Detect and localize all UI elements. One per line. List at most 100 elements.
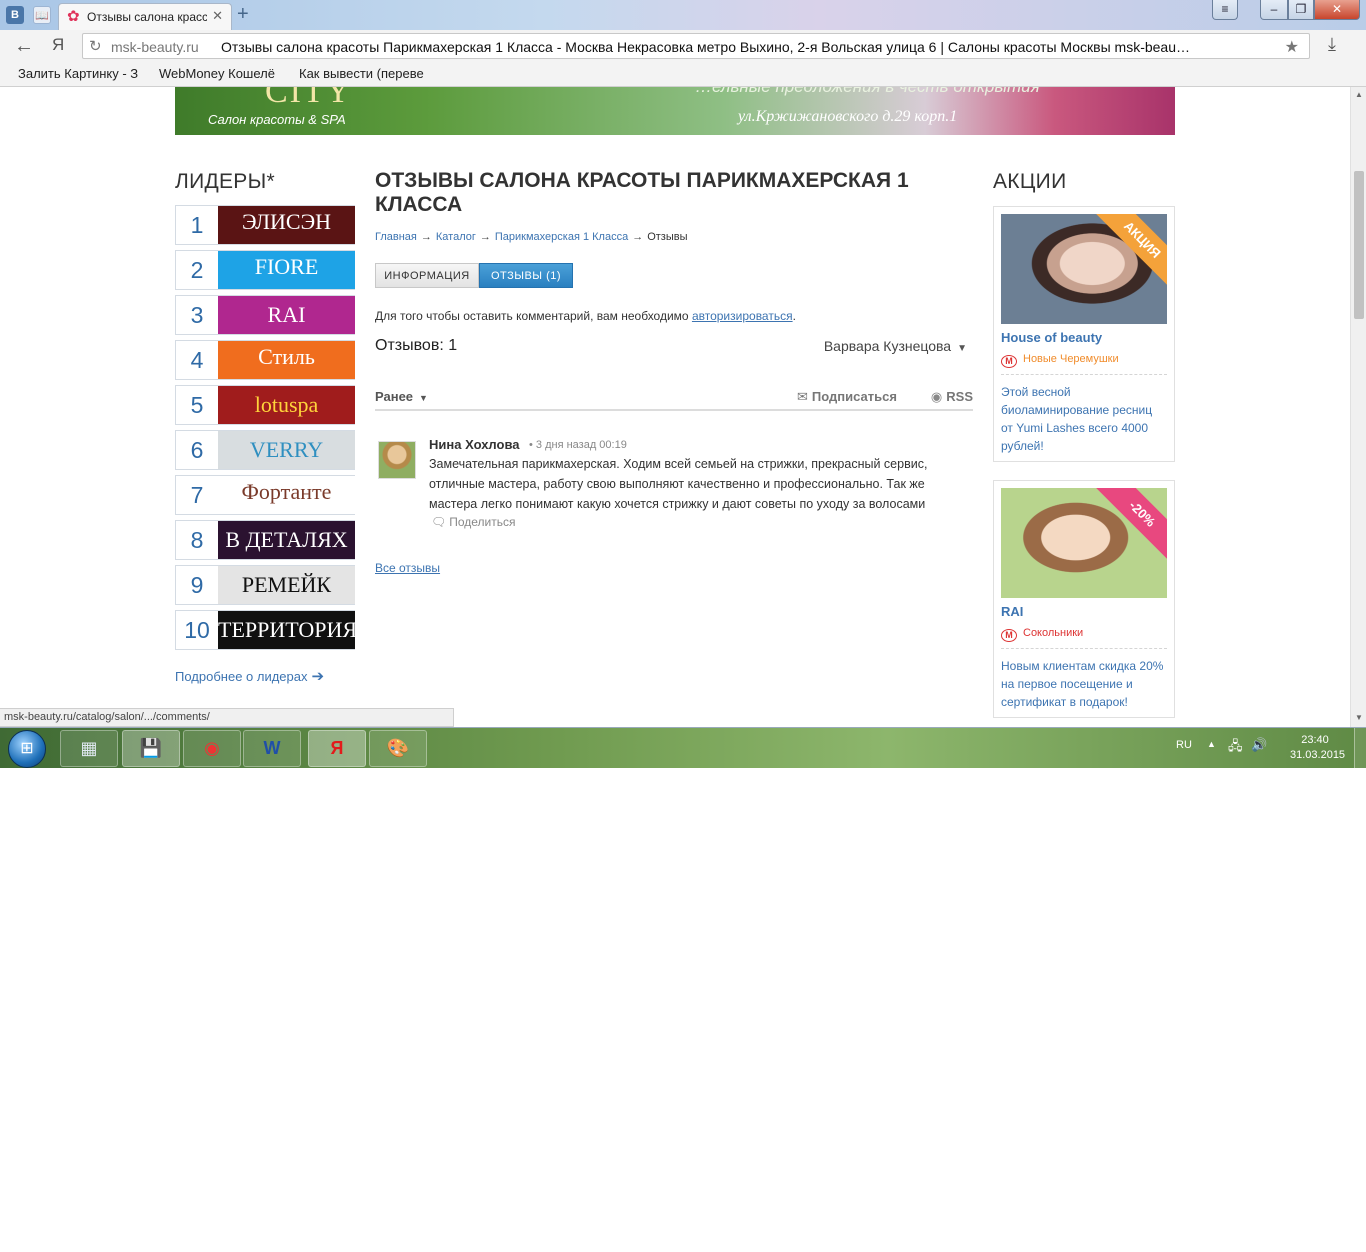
- promo-card[interactable]: -20% RAI M Сокольники Новым клиентам скид…: [993, 480, 1175, 718]
- tab-information[interactable]: ИНФОРМАЦИЯ: [375, 263, 479, 288]
- bookmark-item[interactable]: Как вывести (переве: [299, 66, 427, 81]
- breadcrumb-separator: →: [479, 231, 491, 243]
- download-icon[interactable]: ⤓: [1328, 34, 1336, 55]
- language-indicator[interactable]: RU: [1176, 739, 1192, 751]
- yandex-button[interactable]: Я: [52, 35, 64, 55]
- vk-icon[interactable]: В: [6, 6, 24, 24]
- calculator-icon[interactable]: ▦: [60, 730, 118, 767]
- auth-note-suffix: .: [792, 309, 796, 323]
- active-tab[interactable]: ✿ Отзывы салона красс ✕: [58, 3, 232, 30]
- subscribe-button[interactable]: ✉ Подписаться: [797, 389, 897, 405]
- back-arrow-icon[interactable]: ←: [14, 35, 34, 58]
- breadcrumb-home[interactable]: Главная: [375, 231, 417, 243]
- bookmark-item[interactable]: WebMoney Кошелё: [159, 66, 287, 81]
- leader-item[interactable]: 8 В ДЕТАЛЯХ: [175, 520, 355, 560]
- book-icon[interactable]: 📖: [33, 6, 51, 24]
- tab-reviews[interactable]: ОТЗЫВЫ (1): [479, 263, 573, 288]
- breadcrumb: Главная → Каталог → Парикмахерская 1 Класса →…: [375, 231, 973, 243]
- header-banner[interactable]: CITY Салон красоты & SPA …ельные предлож…: [175, 87, 1175, 135]
- clock[interactable]: 23:40 31.03.2015: [1290, 733, 1345, 763]
- promo-card[interactable]: АКЦИЯ House of beauty M Новые Черемушки Э…: [993, 206, 1175, 462]
- leader-logo[interactable]: RAI: [218, 296, 355, 334]
- promo-ribbon: -20%: [1090, 488, 1167, 566]
- leader-item[interactable]: 3 RAI: [175, 295, 355, 335]
- leader-rank: 3: [190, 302, 204, 328]
- paint-icon[interactable]: 🎨: [369, 730, 427, 767]
- new-tab-button[interactable]: +: [237, 3, 249, 26]
- windows-taskbar: ⊞ ▦ 💾 ◉ W Я 🎨 RU ▲ 🖧 🔊 23:40 31.03.2015: [0, 727, 1366, 769]
- scrollbar-thumb[interactable]: [1354, 171, 1364, 319]
- address-bar[interactable]: ↻ msk-beauty.ru Отзывы салона красоты Па…: [82, 33, 1310, 59]
- menu-icon[interactable]: ≡: [1212, 0, 1238, 20]
- breadcrumb-catalog[interactable]: Каталог: [436, 231, 476, 243]
- promo-salon-name[interactable]: RAI: [1001, 604, 1167, 619]
- word-icon[interactable]: W: [243, 730, 301, 767]
- close-tab-icon[interactable]: ✕: [212, 8, 223, 24]
- leader-item[interactable]: 7 Фортантеbeauty rooms: [175, 475, 355, 515]
- leader-logo[interactable]: СтильСАЛОН КРАСОТЫ: [218, 341, 355, 379]
- comment-author[interactable]: Нина Хохлова: [429, 437, 520, 452]
- promo-image[interactable]: -20%: [1001, 488, 1167, 598]
- show-desktop-button[interactable]: [1354, 728, 1366, 769]
- show-hidden-icons[interactable]: ▲: [1207, 739, 1216, 749]
- leader-rank: 6: [190, 437, 204, 463]
- leader-logo-name: ЭЛИСЭН: [241, 209, 332, 234]
- maximize-button[interactable]: ❐: [1288, 0, 1314, 20]
- leader-logo[interactable]: ТЕРРИТОРИЯ: [218, 611, 355, 649]
- leader-logo[interactable]: РЕМЕЙК: [218, 566, 355, 604]
- leader-item[interactable]: 9 РЕМЕЙК: [175, 565, 355, 605]
- minimize-button[interactable]: –: [1260, 0, 1288, 20]
- leader-logo-name: Стиль: [258, 344, 315, 369]
- more-leaders-label: Подробнее о лидерах: [175, 669, 308, 684]
- leader-item[interactable]: 5 lotuspa: [175, 385, 355, 425]
- vertical-scrollbar[interactable]: ▲ ▼: [1350, 87, 1366, 727]
- bookmark-star-icon[interactable]: ★: [1285, 37, 1299, 57]
- promo-description[interactable]: Этой весной биоламинирование ресниц от Y…: [1001, 383, 1167, 455]
- envelope-icon: ✉: [797, 389, 808, 404]
- leader-logo[interactable]: lotuspa: [218, 386, 355, 424]
- user-menu[interactable]: Варвара Кузнецова ▼: [824, 338, 967, 354]
- main-column: ОТЗЫВЫ САЛОНА КРАСОТЫ ПАРИКМАХЕРСКАЯ 1 К…: [375, 169, 973, 575]
- leader-logo[interactable]: VERRY: [218, 431, 355, 469]
- close-window-button[interactable]: ✕: [1314, 0, 1360, 20]
- volume-icon[interactable]: 🔊: [1251, 737, 1267, 753]
- leader-rank: 9: [190, 572, 204, 598]
- leader-item[interactable]: 4 СтильСАЛОН КРАСОТЫ: [175, 340, 355, 380]
- bookmark-item[interactable]: Залить Картинку - З: [18, 66, 146, 81]
- more-leaders-link[interactable]: Подробнее о лидерах ➔: [175, 667, 324, 685]
- promo-description[interactable]: Новым клиентам скидка 20% на первое посе…: [1001, 657, 1167, 711]
- leader-logo[interactable]: В ДЕТАЛЯХ: [218, 521, 355, 559]
- leader-item[interactable]: 1 ЭЛИСЭНЦЕНТР КРАСОТЫ И ЗДОРОВЬЯ: [175, 205, 355, 245]
- promos-list: АКЦИЯ House of beauty M Новые Черемушки Э…: [993, 206, 1175, 727]
- leader-logo[interactable]: ЭЛИСЭНЦЕНТР КРАСОТЫ И ЗДОРОВЬЯ: [218, 206, 355, 244]
- sort-dropdown[interactable]: Ранее ▼: [375, 389, 428, 404]
- leader-logo-name: FIORE: [254, 254, 319, 279]
- all-reviews-link[interactable]: Все отзывы: [375, 561, 440, 575]
- scroll-down-icon[interactable]: ▼: [1355, 713, 1363, 722]
- reload-icon[interactable]: ↻: [89, 37, 102, 55]
- yandex-icon[interactable]: Я: [308, 730, 366, 767]
- floppy-icon[interactable]: 💾: [122, 730, 180, 767]
- leader-logo[interactable]: FIOREСАЛОН КРАСОТЫ: [218, 251, 355, 289]
- scroll-up-icon[interactable]: ▲: [1355, 90, 1363, 99]
- windows-start-icon[interactable]: ⊞: [8, 730, 46, 768]
- login-link[interactable]: авторизироваться: [692, 309, 793, 323]
- leader-rank: 10: [184, 617, 210, 643]
- leader-rank: 5: [190, 392, 204, 418]
- leader-item[interactable]: 6 VERRY: [175, 430, 355, 470]
- promo-image[interactable]: АКЦИЯ: [1001, 214, 1167, 324]
- share-button[interactable]: 🗨 Поделиться: [431, 515, 516, 529]
- caret-down-icon: ▼: [957, 343, 967, 354]
- url-host: msk-beauty.ru: [111, 39, 199, 55]
- leader-item[interactable]: 10 ТЕРРИТОРИЯ: [175, 610, 355, 650]
- leader-logo[interactable]: Фортантеbeauty rooms: [218, 476, 355, 514]
- rss-button[interactable]: ◉ RSS: [931, 389, 973, 405]
- avatar[interactable]: [378, 441, 416, 479]
- promos-heading: АКЦИИ: [993, 170, 1067, 193]
- caret-down-icon: ▼: [419, 393, 428, 403]
- chrome-icon[interactable]: ◉: [183, 730, 241, 767]
- breadcrumb-salon[interactable]: Парикмахерская 1 Класса: [495, 231, 628, 243]
- promo-salon-name[interactable]: House of beauty: [1001, 330, 1167, 345]
- network-icon[interactable]: 🖧: [1228, 737, 1243, 759]
- leader-item[interactable]: 2 FIOREСАЛОН КРАСОТЫ: [175, 250, 355, 290]
